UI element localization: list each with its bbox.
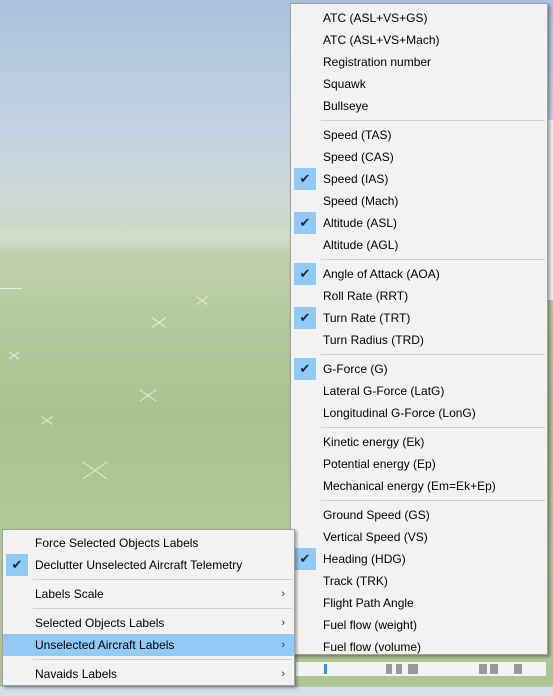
menu-item-mechanical-energy-em-ek-ep[interactable]: Mechanical energy (Em=Ek+Ep)	[291, 475, 547, 497]
menu-item-ground-speed-gs[interactable]: Ground Speed (GS)	[291, 504, 547, 526]
menu-item-squawk[interactable]: Squawk	[291, 73, 547, 95]
menu-item-registration-number[interactable]: Registration number	[291, 51, 547, 73]
check-icon: ✔	[294, 358, 316, 380]
timeline-event	[490, 664, 498, 674]
unselected-aircraft-labels-submenu: ATC (ASL+VS+GS) ATC (ASL+VS+Mach) Registra…	[290, 3, 548, 655]
menu-item-label: Potential energy (Ep)	[323, 457, 436, 471]
menu-item-speed-cas[interactable]: Speed (CAS)	[291, 146, 547, 168]
check-icon: ✔	[294, 212, 316, 234]
menu-item-label: Selected Objects Labels	[35, 616, 165, 630]
menu-item-label: Angle of Attack (AOA)	[323, 267, 440, 281]
menu-item-atc-asl-vs-gs[interactable]: ATC (ASL+VS+GS)	[291, 7, 547, 29]
menu-item-label: Registration number	[323, 55, 432, 69]
menu-item-altitude-agl[interactable]: Altitude (AGL)	[291, 234, 547, 256]
menu-item-speed-mach[interactable]: Speed (Mach)	[291, 190, 547, 212]
menu-item-label: Ground Speed (GS)	[323, 508, 430, 522]
menu-separator	[321, 120, 545, 121]
menu-item-flight-path-angle[interactable]: Flight Path Angle	[291, 592, 547, 614]
menu-item-force-selected-objects-labels[interactable]: Force Selected Objects Labels	[3, 532, 294, 554]
menu-item-label: ATC (ASL+VS+GS)	[323, 11, 428, 25]
check-icon: ✔	[294, 168, 316, 190]
chevron-right-icon: ›	[281, 639, 285, 651]
chevron-right-icon: ›	[281, 668, 285, 680]
menu-item-selected-objects-labels[interactable]: Selected Objects Labels ›	[3, 612, 294, 634]
menu-item-label: Lateral G-Force (LatG)	[323, 384, 445, 398]
timeline-event	[396, 664, 402, 674]
menu-item-label: Unselected Aircraft Labels	[35, 638, 175, 652]
menu-item-lateral-g-force-latg[interactable]: Lateral G-Force (LatG)	[291, 380, 547, 402]
menu-item-label: Turn Rate (TRT)	[323, 311, 411, 325]
menu-item-label: Roll Rate (RRT)	[323, 289, 409, 303]
menu-item-speed-ias[interactable]: ✔ Speed (IAS)	[291, 168, 547, 190]
menu-item-label: Vertical Speed (VS)	[323, 530, 428, 544]
menu-item-label: Mechanical energy (Em=Ek+Ep)	[323, 479, 496, 493]
menu-separator	[321, 427, 545, 428]
menu-item-label: ATC (ASL+VS+Mach)	[323, 33, 440, 47]
menu-item-label: Speed (TAS)	[323, 128, 392, 142]
menu-separator	[33, 608, 292, 609]
menu-item-label: Bullseye	[323, 99, 369, 113]
labels-context-menu: Force Selected Objects Labels ✔ Declutter …	[2, 529, 295, 686]
menu-item-longitudinal-g-force-long[interactable]: Longitudinal G-Force (LonG)	[291, 402, 547, 424]
timeline-cursor	[324, 664, 327, 674]
menu-separator	[33, 659, 292, 660]
menu-item-heading-hdg[interactable]: ✔ Heading (HDG)	[291, 548, 547, 570]
menu-item-track-trk[interactable]: Track (TRK)	[291, 570, 547, 592]
check-icon: ✔	[6, 554, 28, 576]
timeline-event	[386, 664, 392, 674]
menu-separator	[321, 354, 545, 355]
menu-item-label: Kinetic energy (Ek)	[323, 435, 425, 449]
menu-item-g-force-g[interactable]: ✔ G-Force (G)	[291, 358, 547, 380]
menu-item-roll-rate-rrt[interactable]: Roll Rate (RRT)	[291, 285, 547, 307]
check-icon: ✔	[294, 263, 316, 285]
menu-item-label: Longitudinal G-Force (LonG)	[323, 406, 476, 420]
menu-item-navaids-labels[interactable]: Navaids Labels ›	[3, 663, 294, 685]
check-icon: ✔	[294, 307, 316, 329]
timeline-event	[408, 664, 418, 674]
menu-item-label: Track (TRK)	[323, 574, 388, 588]
menu-item-speed-tas[interactable]: Speed (TAS)	[291, 124, 547, 146]
menu-item-unselected-aircraft-labels[interactable]: Unselected Aircraft Labels ›	[3, 634, 294, 656]
timeline-strip[interactable]	[296, 662, 546, 676]
menu-item-label: Declutter Unselected Aircraft Telemetry	[35, 558, 243, 572]
ground-marker	[0, 288, 22, 289]
chevron-right-icon: ›	[281, 588, 285, 600]
menu-item-labels-scale[interactable]: Labels Scale ›	[3, 583, 294, 605]
menu-item-turn-rate-trt[interactable]: ✔ Turn Rate (TRT)	[291, 307, 547, 329]
menu-item-declutter-unselected-aircraft-telemetry[interactable]: ✔ Declutter Unselected Aircraft Telemetry	[3, 554, 294, 576]
check-icon: ✔	[294, 548, 316, 570]
menu-item-atc-asl-vs-mach[interactable]: ATC (ASL+VS+Mach)	[291, 29, 547, 51]
menu-separator	[321, 259, 545, 260]
menu-item-label: Heading (HDG)	[323, 552, 406, 566]
menu-item-fuel-flow-weight[interactable]: Fuel flow (weight)	[291, 614, 547, 636]
menu-item-label: G-Force (G)	[323, 362, 388, 376]
menu-item-label: Speed (Mach)	[323, 194, 399, 208]
timeline-event	[479, 664, 487, 674]
menu-item-label: Squawk	[323, 77, 366, 91]
menu-item-label: Speed (IAS)	[323, 172, 389, 186]
menu-item-label: Speed (CAS)	[323, 150, 394, 164]
menu-item-label: Fuel flow (weight)	[323, 618, 418, 632]
menu-item-kinetic-energy-ek[interactable]: Kinetic energy (Ek)	[291, 431, 547, 453]
chevron-right-icon: ›	[281, 617, 285, 629]
menu-item-label: Altitude (AGL)	[323, 238, 399, 252]
menu-item-bullseye[interactable]: Bullseye	[291, 95, 547, 117]
menu-item-label: Fuel flow (volume)	[323, 640, 422, 654]
menu-item-altitude-asl[interactable]: ✔ Altitude (ASL)	[291, 212, 547, 234]
menu-item-label: Flight Path Angle	[323, 596, 414, 610]
menu-item-label: Force Selected Objects Labels	[35, 536, 199, 550]
menu-item-vertical-speed-vs[interactable]: Vertical Speed (VS)	[291, 526, 547, 548]
menu-separator	[321, 500, 545, 501]
timeline-event	[514, 664, 522, 674]
menu-separator	[33, 579, 292, 580]
menu-item-turn-radius-trd[interactable]: Turn Radius (TRD)	[291, 329, 547, 351]
menu-item-label: Labels Scale	[35, 587, 104, 601]
side-panel-edge	[548, 120, 553, 300]
menu-item-fuel-flow-volume[interactable]: Fuel flow (volume)	[291, 636, 547, 658]
menu-item-potential-energy-ep[interactable]: Potential energy (Ep)	[291, 453, 547, 475]
menu-item-angle-of-attack-aoa[interactable]: ✔ Angle of Attack (AOA)	[291, 263, 547, 285]
menu-item-label: Navaids Labels	[35, 667, 118, 681]
menu-item-label: Altitude (ASL)	[323, 216, 398, 230]
menu-item-label: Turn Radius (TRD)	[323, 333, 424, 347]
